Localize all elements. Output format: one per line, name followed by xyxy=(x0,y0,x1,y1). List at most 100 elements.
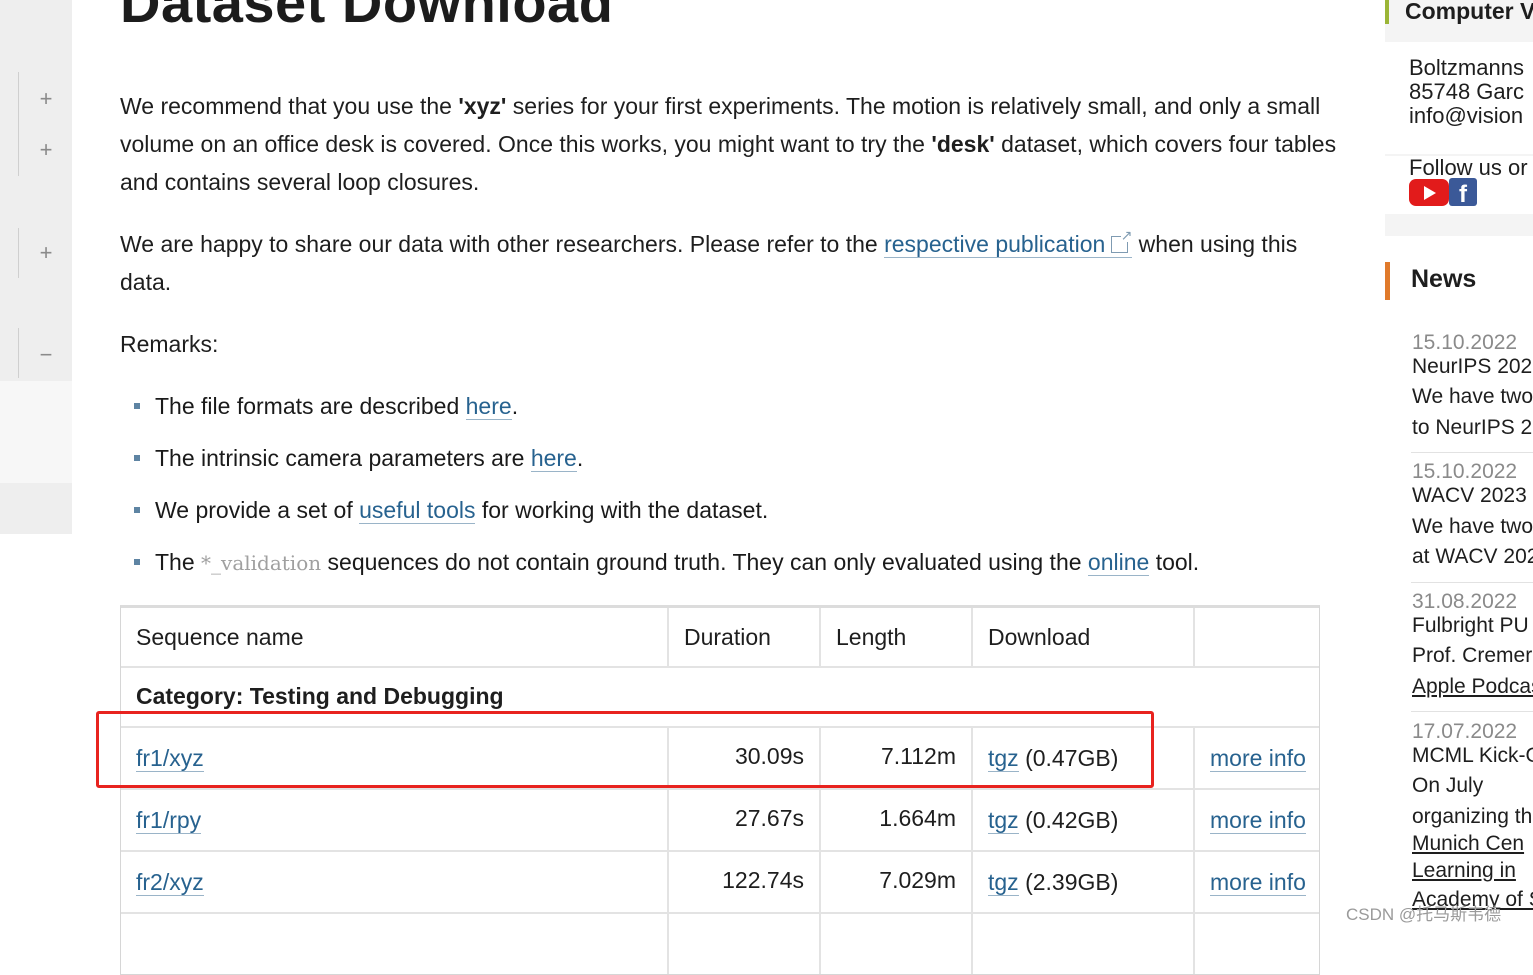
news-heading: News xyxy=(1411,265,1477,293)
intro-emphasis-xyz: 'xyz' xyxy=(458,93,507,119)
header-download: Download xyxy=(973,608,1195,666)
external-link-icon xyxy=(1111,228,1133,253)
news-text: Prof. Cremer xyxy=(1412,644,1533,667)
more-info-link[interactable]: more info xyxy=(1210,807,1306,834)
camera-parameters-link[interactable]: here xyxy=(530,445,577,472)
duration-cell: 30.09s xyxy=(669,728,821,788)
list-item: The intrinsic camera parameters are here… xyxy=(120,436,1350,488)
sequence-cell: fr1/xyz xyxy=(121,728,669,788)
collapse-minus-icon[interactable]: − xyxy=(34,343,58,367)
news-link[interactable]: Munich Cen xyxy=(1412,829,1533,859)
sequence-link[interactable]: fr1/xyz xyxy=(136,745,204,772)
bullet-icon xyxy=(134,559,140,565)
duration-cell xyxy=(669,914,821,974)
remark-text: sequences do not contain ground truth. T… xyxy=(321,549,1088,575)
sequence-link[interactable]: fr1/rpy xyxy=(136,807,202,834)
tgz-download-link[interactable]: tgz xyxy=(988,869,1019,896)
news-text: to NeurIPS 2 xyxy=(1412,416,1533,439)
news-divider xyxy=(1411,452,1533,453)
table-row: fr1/xyz 30.09s 7.112m tgz (0.47GB) more … xyxy=(121,728,1319,790)
file-size: (2.39GB) xyxy=(1025,869,1119,895)
bullet-icon xyxy=(134,507,140,513)
facebook-icon[interactable]: f xyxy=(1449,178,1477,206)
info-cell: more info xyxy=(1195,790,1319,850)
table-row: fr1/rpy 27.67s 1.664m tgz (0.42GB) more … xyxy=(121,790,1319,852)
validation-code: *_validation xyxy=(201,551,322,575)
bullet-icon xyxy=(134,403,140,409)
file-size: (0.47GB) xyxy=(1025,745,1119,771)
tgz-download-link[interactable]: tgz xyxy=(988,807,1019,834)
download-cell: tgz (2.39GB) xyxy=(973,852,1195,912)
remark-text: tool. xyxy=(1149,549,1200,575)
page-title: Dataset Download xyxy=(120,0,614,34)
online-tool-link[interactable]: online xyxy=(1087,549,1150,576)
table-row xyxy=(121,914,1319,974)
remark-text: The intrinsic camera parameters are xyxy=(155,445,531,471)
dataset-table: Sequence name Duration Length Download C… xyxy=(120,605,1320,975)
list-item: The *_validation sequences do not contai… xyxy=(120,540,1350,592)
sequence-link[interactable]: fr2/xyz xyxy=(136,869,204,896)
email-link[interactable]: info@vision xyxy=(1409,104,1533,128)
news-headline[interactable]: MCML Kick-O xyxy=(1412,741,1533,771)
news-divider xyxy=(1411,582,1533,583)
download-cell: tgz (0.47GB) xyxy=(973,728,1195,788)
gutter-divider xyxy=(18,72,19,176)
remark-text: The file formats are described xyxy=(155,393,466,419)
right-sidebar: Computer V Boltzmanns 85748 Garc info@vi… xyxy=(1385,0,1533,930)
file-formats-link[interactable]: here xyxy=(465,393,512,420)
category-row: Category: Testing and Debugging xyxy=(121,668,1319,728)
news-link[interactable]: Learning in xyxy=(1412,856,1533,886)
header-length: Length xyxy=(821,608,973,666)
table-row: fr2/xyz 122.74s 7.029m tgz (2.39GB) more… xyxy=(121,852,1319,914)
news-divider xyxy=(1411,711,1533,712)
news-text: We have two xyxy=(1412,385,1533,408)
remark-text: . xyxy=(576,445,584,471)
gutter-divider xyxy=(18,328,19,378)
gutter-divider xyxy=(18,228,19,278)
length-cell xyxy=(821,914,973,974)
news-headline[interactable]: NeurIPS 202 xyxy=(1412,352,1533,382)
remark-text: We provide a set of xyxy=(155,497,360,523)
table-header-row: Sequence name Duration Length Download xyxy=(121,608,1319,668)
useful-tools-link[interactable]: useful tools xyxy=(359,497,476,524)
publication-link[interactable]: respective publication xyxy=(884,228,1133,258)
expand-plus-icon[interactable]: + xyxy=(34,138,58,162)
publication-link-label: respective publication xyxy=(884,231,1106,257)
intro-text: We recommend that you use the xyxy=(120,93,459,119)
title-accent-bar xyxy=(1385,0,1389,24)
news-text: organizing th xyxy=(1412,805,1533,828)
length-cell: 1.664m xyxy=(821,790,973,850)
more-info-link[interactable]: more info xyxy=(1210,745,1306,772)
news-headline[interactable]: WACV 2023 xyxy=(1412,481,1533,511)
remark-text: . xyxy=(511,393,519,419)
news-link[interactable]: Apple Podcas xyxy=(1412,672,1533,702)
remark-text: for working with the dataset. xyxy=(475,497,769,523)
youtube-icon[interactable] xyxy=(1409,179,1449,206)
sequence-cell: fr1/rpy xyxy=(121,790,669,850)
sidebar-title: Computer V xyxy=(1405,0,1533,24)
intro-paragraph: We recommend that you use the 'xyz' seri… xyxy=(120,87,1350,201)
tgz-download-link[interactable]: tgz xyxy=(988,745,1019,772)
share-paragraph: We are happy to share our data with othe… xyxy=(120,225,1350,301)
remarks-list: The file formats are described here. The… xyxy=(120,384,1350,592)
share-text: We are happy to share our data with othe… xyxy=(120,231,885,257)
news-accent-bar xyxy=(1385,262,1390,300)
left-gutter: + + + − xyxy=(0,0,72,534)
download-cell: tgz (0.42GB) xyxy=(973,790,1195,850)
length-cell: 7.112m xyxy=(821,728,973,788)
news-headline[interactable]: Fulbright PU xyxy=(1412,611,1533,641)
header-duration: Duration xyxy=(669,608,821,666)
intro-emphasis-desk: 'desk' xyxy=(931,131,995,157)
remarks-heading: Remarks: xyxy=(120,331,219,357)
header-info xyxy=(1195,608,1319,666)
header-sequence-name: Sequence name xyxy=(121,608,669,666)
address-line: 85748 Garc xyxy=(1409,80,1533,104)
sequence-cell xyxy=(121,914,669,974)
expand-plus-icon[interactable]: + xyxy=(34,87,58,111)
download-cell xyxy=(973,914,1195,974)
remark-text: The xyxy=(155,549,202,575)
info-cell: more info xyxy=(1195,728,1319,788)
expand-plus-icon[interactable]: + xyxy=(34,241,58,265)
duration-cell: 122.74s xyxy=(669,852,821,912)
more-info-link[interactable]: more info xyxy=(1210,869,1306,896)
